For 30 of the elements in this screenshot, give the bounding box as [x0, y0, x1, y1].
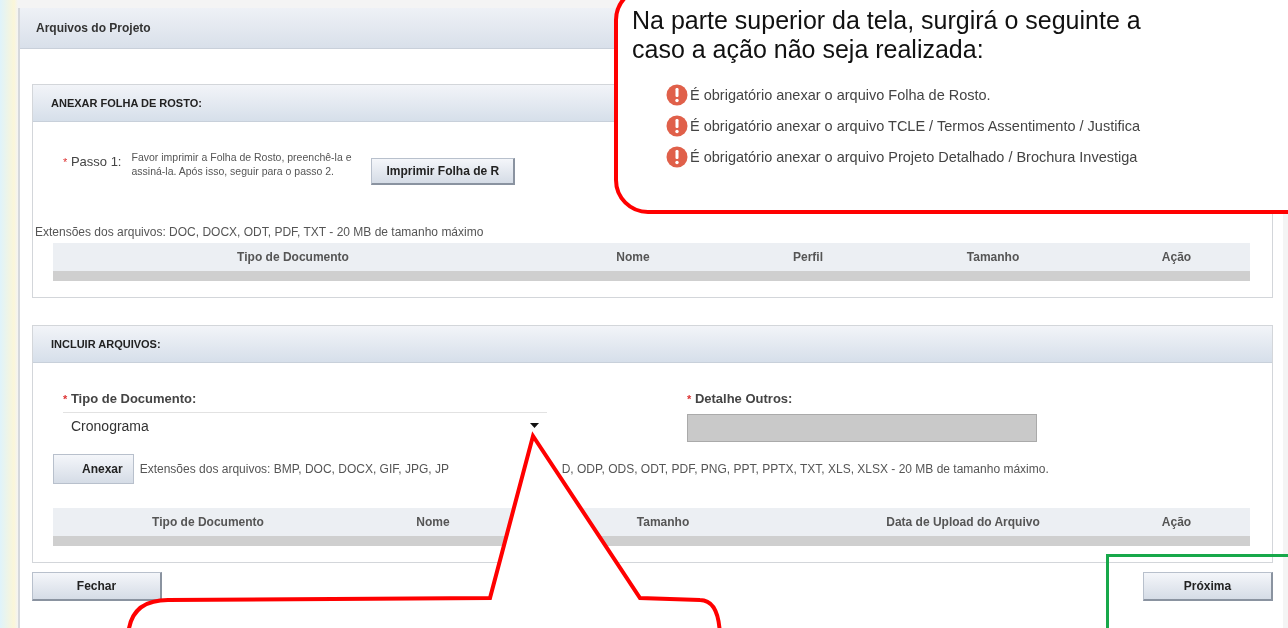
error-icon: [666, 115, 688, 137]
next-button[interactable]: Próxima: [1143, 572, 1273, 601]
error-message: É obrigatório anexar o arquivo Projeto Detalhado / Brochura Investiga: [690, 149, 1138, 165]
column-header: Tamanho: [635, 515, 691, 529]
file-extensions-note: Extensões dos arquivos: BMP, DOC, DOCX, GIF, JPG, JP: [139, 462, 450, 476]
column-header: Ação: [1160, 515, 1193, 529]
file-extensions-note: D, ODP, ODS, ODT, PDF, PNG, PPT, PPTX, TXT, XLS, XLSX - 20 MB de tamanho máximo.: [561, 462, 1049, 476]
file-extensions-note: Extensões dos arquivos: DOC, DOCX, ODT, PDF, TXT - 20 MB de tamanho máximo: [35, 225, 485, 239]
close-button[interactable]: Fechar: [32, 572, 162, 601]
step-label: * Passo 1:: [63, 153, 122, 169]
column-header: Tamanho: [965, 250, 1021, 264]
section-title: INCLUIR ARQUIVOS:: [33, 326, 1272, 363]
attach-button[interactable]: Anexar: [53, 454, 134, 484]
callout-text: Na parte superior da tela, surgirá o seguinte a: [632, 6, 1142, 35]
column-header: Perfil: [792, 250, 824, 264]
error-icon: [666, 146, 688, 168]
document-type-label: * Tipo de Documento:: [63, 391, 198, 406]
column-header: Tipo de Documento: [236, 250, 350, 264]
document-type-dropdown[interactable]: Cronograma: [63, 412, 547, 438]
column-header: Data de Upload do Arquivo: [885, 515, 1041, 529]
print-cover-sheet-button[interactable]: Imprimir Folha de R: [371, 158, 516, 185]
detail-label: * Detalhe Outros:: [687, 391, 794, 406]
column-header: Tipo de Documento: [151, 515, 265, 529]
step-instructions: Favor imprimir a Folha de Rosto, preenchê-la e assiná-la. Após isso, seguir para o passo 2.: [131, 150, 353, 178]
caret-icon: [530, 423, 539, 428]
column-header: Ação: [1160, 250, 1193, 264]
column-header: Nome: [615, 250, 651, 264]
error-message: É obrigatório anexar o arquivo Folha de Rosto.: [690, 87, 991, 103]
error-icon: [666, 84, 688, 106]
column-header: Nome: [415, 515, 451, 529]
